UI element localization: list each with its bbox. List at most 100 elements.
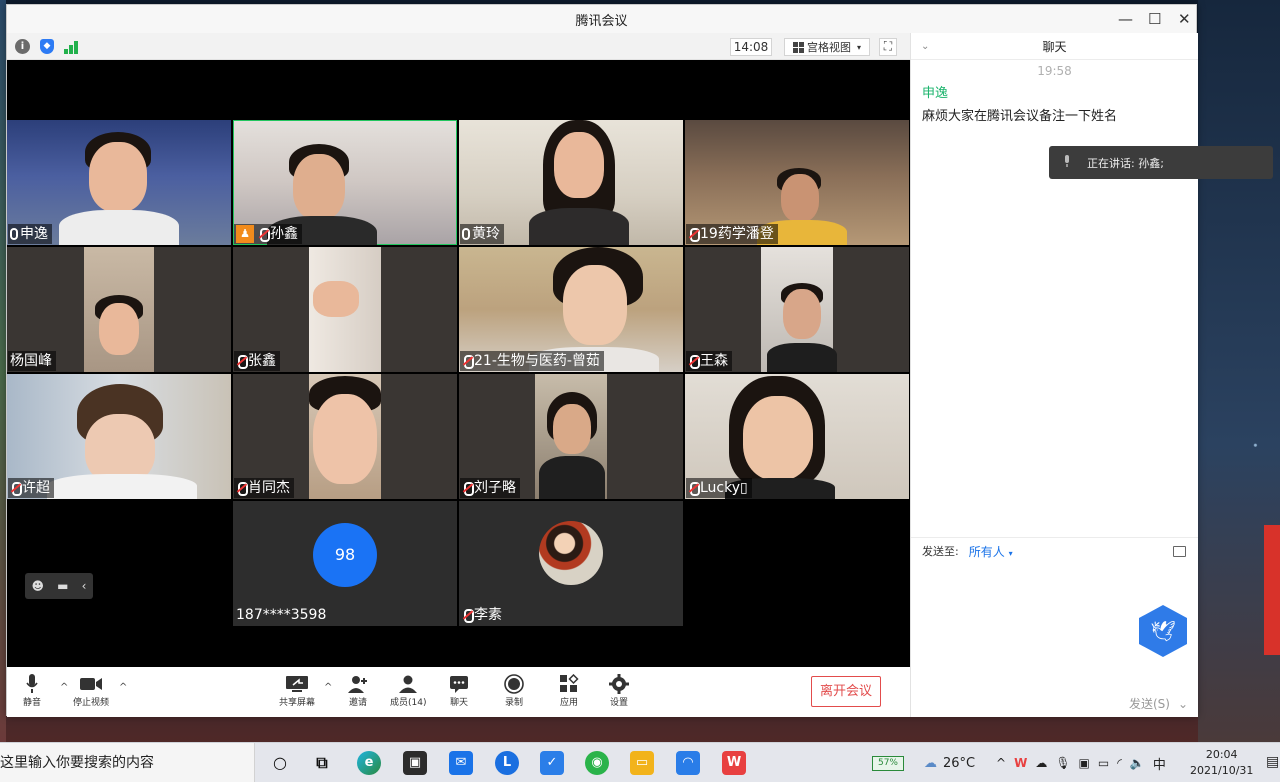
video-tile[interactable]: 许超 (7, 374, 231, 499)
share-screen-label: 共享屏幕 (279, 698, 316, 708)
participant-label: 黄玲 (460, 224, 504, 244)
gear-icon (609, 673, 629, 695)
file-explorer-icon[interactable]: ▭ (630, 751, 654, 775)
video-tile[interactable]: 黄玲 (459, 120, 683, 245)
video-tile[interactable]: 刘子略 (459, 374, 683, 499)
info-icon[interactable]: i (15, 39, 30, 54)
video-tile[interactable]: 19药学潘登 (685, 120, 909, 245)
view-mode-dropdown[interactable]: 宫格视图 ▾ (784, 38, 870, 56)
mute-options-caret[interactable]: ^ (60, 682, 68, 693)
mic-muted-icon (462, 355, 474, 369)
mic-muted-icon (462, 609, 474, 623)
emoji-icon[interactable]: ☻ (32, 579, 45, 593)
video-tile[interactable]: 王森 (685, 247, 909, 372)
send-button-group: 发送(S) ⌄ (1129, 695, 1188, 712)
edge-browser-icon[interactable]: e (357, 751, 381, 775)
chevron-down-icon: ▾ (1008, 548, 1013, 558)
video-tile[interactable]: 杨国峰 (7, 247, 231, 372)
display-icon[interactable]: ▣ (1079, 756, 1090, 770)
invite-button[interactable]: 邀请 (347, 673, 369, 708)
grid-view-icon (792, 41, 804, 53)
participant-label: 申逸 (8, 224, 52, 244)
video-options-caret[interactable]: ^ (119, 682, 127, 693)
chat-label: 聊天 (449, 698, 468, 708)
participant-label: Lucky▯ (686, 478, 752, 498)
send-to-dropdown[interactable]: 所有人 ▾ (969, 543, 1013, 560)
collapse-chat-icon[interactable]: ⌄ (921, 41, 929, 52)
tray-expand-icon[interactable]: ^ (996, 756, 1006, 770)
lark-icon[interactable]: L (495, 751, 519, 775)
apps-icon (559, 673, 579, 695)
close-button[interactable]: ✕ (1178, 10, 1191, 28)
window-controls: — ☐ ✕ (1118, 5, 1191, 33)
store-icon[interactable]: ▣ (403, 751, 427, 775)
maximize-button[interactable]: ☐ (1148, 10, 1161, 28)
ime-indicator[interactable]: 中 (1153, 754, 1166, 773)
fullscreen-button[interactable]: ⛶ (879, 38, 897, 56)
todo-check-icon[interactable]: ✓ (540, 751, 564, 775)
video-tile[interactable]: Lucky▯ (685, 374, 909, 499)
notification-icon[interactable]: ▤ (1266, 754, 1279, 770)
send-button[interactable]: 发送(S) (1129, 695, 1170, 712)
tencent-meeting-icon[interactable]: ◠ (676, 751, 700, 775)
chat-button[interactable]: 聊天 (449, 673, 469, 708)
participant-name: 许超 (22, 480, 50, 496)
video-tile[interactable]: 申逸 (7, 120, 231, 245)
wps-office-icon[interactable]: W (722, 751, 746, 775)
members-button[interactable]: 成员(14) (390, 673, 426, 708)
image-icon[interactable] (1173, 545, 1186, 557)
shield-icon[interactable]: ◆ (40, 39, 54, 54)
record-label: 录制 (504, 698, 523, 708)
chevron-down-icon: ▾ (856, 42, 861, 52)
meeting-status-icons: i ◆ (15, 39, 79, 54)
avatar: 98 (313, 523, 377, 587)
video-tile[interactable]: 张鑫 (233, 247, 457, 372)
onedrive-icon[interactable]: ☁ (1035, 756, 1047, 770)
title-bar: 腾讯会议 — ☐ ✕ (7, 5, 1196, 33)
meeting-top-bar: i ◆ 14:08 宫格视图 ▾ ⛶ (7, 33, 910, 60)
participant-label: 杨国峰 (8, 351, 56, 371)
battery-indicator[interactable]: 57% (872, 756, 904, 771)
signal-icon[interactable] (64, 39, 79, 54)
minimize-button[interactable]: — (1118, 10, 1133, 28)
chat-title: 聊天 (1042, 39, 1067, 54)
settings-button[interactable]: 设置 (609, 673, 629, 708)
apps-button[interactable]: 应用 (559, 673, 579, 708)
wechat-icon[interactable]: ◉ (585, 751, 609, 775)
chat-bubble-icon[interactable]: ▬ (57, 579, 68, 593)
message-sender: 申逸 (922, 86, 949, 101)
send-options-caret[interactable]: ⌄ (1178, 697, 1188, 711)
record-button[interactable]: 录制 (504, 673, 524, 708)
microphone-tray-icon[interactable]: 🎙 (1055, 756, 1070, 770)
mute-button[interactable]: 静音 (23, 673, 41, 708)
video-tile-no-camera[interactable]: 98 187****3598 (233, 501, 457, 626)
video-tile-no-camera[interactable]: 李素 (459, 501, 683, 626)
battery-tray-icon[interactable]: ▭ (1098, 756, 1109, 770)
desktop-side-widget[interactable] (1264, 525, 1280, 655)
chevron-left-icon[interactable]: ‹ (82, 579, 87, 593)
volume-icon[interactable]: 🔈 (1130, 756, 1145, 770)
stop-video-button[interactable]: 停止视频 (73, 673, 109, 708)
participant-label: 张鑫 (234, 351, 280, 371)
task-view-icon[interactable]: ⧉ (310, 751, 334, 775)
video-tile[interactable]: 肖同杰 (233, 374, 457, 499)
meeting-toolbar: 静音 ^ 停止视频 ^ 共享屏幕 ^ 邀请 成员(14) 聊天 录制 应用 设置… (7, 667, 910, 717)
assistant-bird-icon[interactable]: 🕊 (1139, 605, 1187, 657)
participant-name: 刘子略 (474, 480, 516, 496)
taskbar-search-input[interactable]: 这里输入你要搜索的内容 (0, 743, 255, 782)
video-tile[interactable]: 21-生物与医药-曾茹 (459, 247, 683, 372)
leave-meeting-button[interactable]: 离开会议 (811, 676, 881, 707)
mail-icon[interactable]: ✉ (449, 751, 473, 775)
cortana-icon[interactable]: ○ (268, 751, 292, 775)
wps-tray-icon[interactable]: W (1014, 756, 1027, 770)
invite-label: 邀请 (348, 698, 367, 708)
weather-widget[interactable]: ☁ 26°C (924, 743, 975, 782)
share-screen-button[interactable]: 共享屏幕 (279, 673, 315, 708)
taskbar-clock[interactable]: 20:04 2021/10/31 (1190, 747, 1253, 779)
message-text: 麻烦大家在腾讯会议备注一下姓名 (922, 109, 1118, 124)
members-icon (397, 673, 419, 695)
video-tile-active-speaker[interactable]: ♟ 孙鑫 (233, 120, 457, 245)
tencent-meeting-window: 腾讯会议 — ☐ ✕ i ◆ 14:08 宫格视图 ▾ ⛶ 申逸 ♟ 孙鑫 黄玲… (6, 4, 1198, 717)
wifi-icon[interactable]: ◜ (1117, 756, 1122, 770)
share-options-caret[interactable]: ^ (324, 682, 332, 693)
